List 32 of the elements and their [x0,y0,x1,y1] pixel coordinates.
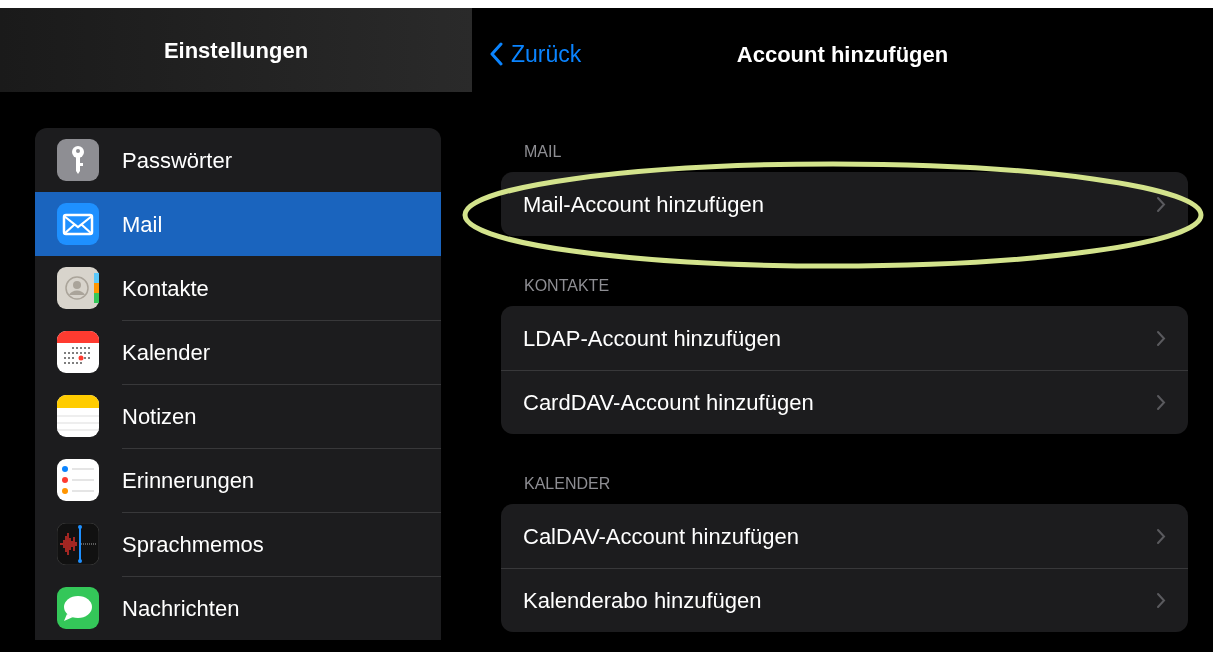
settings-item[interactable]: Erinnerungen [35,448,441,512]
calendar-icon [57,331,99,373]
settings-item[interactable]: Passwörter [35,128,441,192]
back-button[interactable]: Zurück [490,36,582,72]
sidebar-title: Einstellungen [0,8,472,92]
section-header: KONTAKTE [524,276,611,296]
person-card-icon [57,267,99,309]
account-option[interactable]: CalDAV-Account hinzufügen [501,504,1188,568]
settings-item[interactable]: Nachrichten [35,576,441,640]
settings-item[interactable]: Kalender [35,320,441,384]
account-option[interactable]: CardDAV-Account hinzufügen [501,370,1188,434]
chevron-right-icon [1156,394,1166,411]
chevron-right-icon [1156,592,1166,609]
section-header: MAIL [524,142,563,162]
notepad-icon [57,395,99,437]
page-title: Account hinzufügen [736,41,949,67]
chevron-right-icon [1156,527,1166,545]
settings-item[interactable]: Sprachmemos [35,512,441,576]
envelope-icon [57,203,99,245]
settings-item[interactable]: Mail [35,192,441,256]
account-option[interactable]: Kalenderabo hinzufügen [501,568,1188,632]
chevron-left-icon [490,42,503,66]
settings-item[interactable]: Kontakte [35,256,441,320]
section-header: KALENDER [524,474,612,494]
waveform-icon [57,523,99,565]
account-option[interactable]: LDAP-Account hinzufügen [501,306,1188,370]
chevron-right-icon [1156,329,1166,347]
settings-item[interactable]: Notizen [35,384,441,448]
chevron-right-icon [1156,195,1166,213]
checklist-icon [57,459,99,501]
key-icon [57,139,99,181]
speech-bubble-icon [57,587,99,629]
